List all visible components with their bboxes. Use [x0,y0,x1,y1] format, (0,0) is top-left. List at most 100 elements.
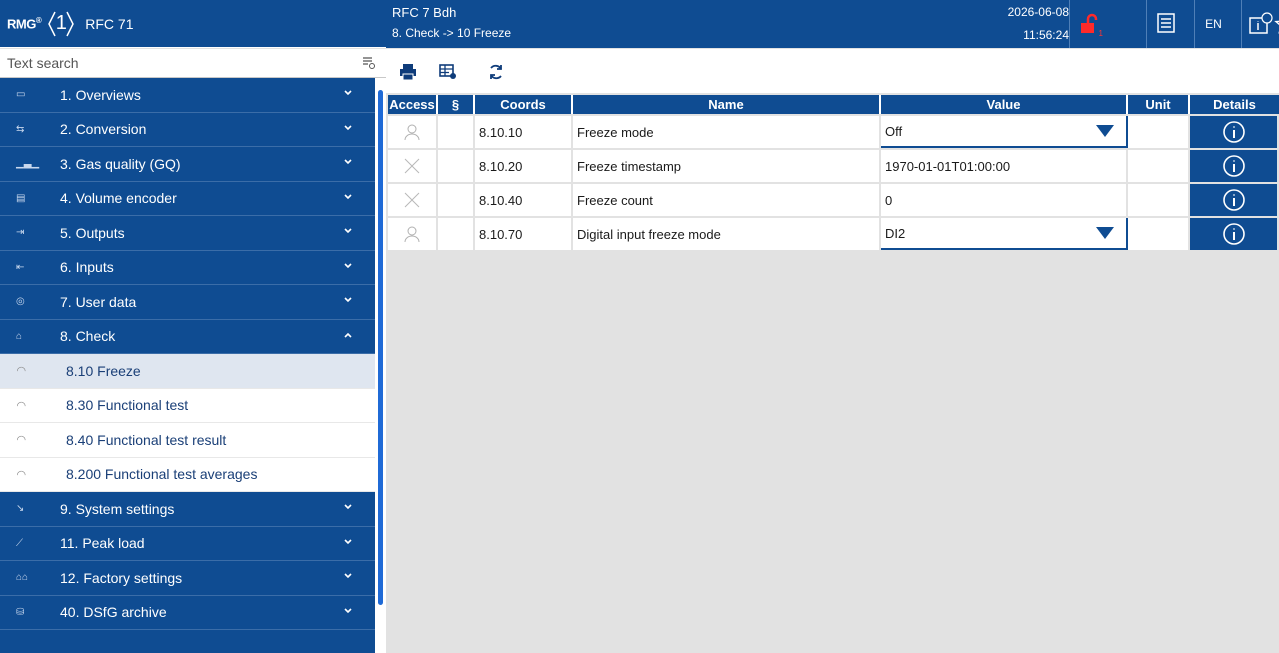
chevron-down-icon [344,262,352,268]
sidebar-scrollbar[interactable] [375,78,386,653]
info-icon [1222,189,1245,211]
coords-cell: 8.10.40 [475,184,573,216]
gauge-icon: ◜◝ [17,468,26,481]
section-cell [438,150,475,182]
coords-cell: 8.10.20 [475,150,573,182]
gas-quality-icon: ▁▃▁ [16,158,40,170]
chevron-down-icon [344,228,352,234]
unit-cell [1128,150,1190,182]
sidebar-item-system-settings[interactable]: ↘ 9. System settings [0,492,375,527]
column-header-name[interactable]: Name [573,95,881,114]
parameter-table: Access § Coords Name Value Unit Details … [388,95,1279,250]
access-cell [388,150,438,182]
user-icon [404,124,420,141]
column-header-details[interactable]: Details [1190,95,1279,114]
sidebar-item-dsfg-archive[interactable]: ⛁ 40. DSfG archive [0,596,375,630]
chevron-down-icon [344,193,352,199]
user-icon [404,226,420,243]
column-header-value[interactable]: Value [881,95,1128,114]
star-icon [1274,20,1279,34]
page-title: RFC 7 Bdh [392,5,457,20]
value-cell: 0 [881,184,1128,216]
favorite-button[interactable] [1266,0,1279,48]
table-row: 8.10.70 Digital input freeze mode DI2 [388,218,1279,250]
chevron-down-icon [344,159,352,165]
sidebar-subitem-functional-test-result[interactable]: ◜◝ 8.40 Functional test result [0,423,375,458]
chevron-down-icon [344,538,352,544]
details-button[interactable] [1190,116,1279,148]
search-input[interactable]: Text search [7,55,79,71]
chevron-down-icon [344,124,352,130]
cross-icon [404,192,420,208]
sidebar-subitem-freeze[interactable]: ◜◝ 8.10 Freeze [0,354,375,389]
value-cell: 1970-01-01T01:00:00 [881,150,1128,182]
details-button[interactable] [1190,150,1279,182]
sidebar-item-check[interactable]: ⌂ 8. Check [0,320,375,354]
gauge-icon: ◜◝ [17,365,26,378]
name-cell: Freeze timestamp [573,150,881,182]
sidebar-item-conversion[interactable]: ⇆ 2. Conversion [0,113,375,147]
column-header-coords[interactable]: Coords [475,95,573,114]
table-row: 8.10.10 Freeze mode Off [388,116,1279,148]
breadcrumb: 8. Check -> 10 Freeze [392,26,512,40]
sidebar-item-user-data[interactable]: ◎ 7. User data [0,285,375,320]
coords-cell: 8.10.10 [475,116,573,148]
list-icon [1156,13,1175,33]
table-row: 8.10.40 Freeze count 0 [388,184,1279,216]
conversion-icon: ⇆ [16,123,25,135]
coords-cell: 8.10.70 [475,218,573,250]
sidebar-item-gas-quality[interactable]: ▁▃▁ 3. Gas quality (GQ) [0,147,375,182]
column-header-section[interactable]: § [438,95,475,114]
volume-encoder-icon: ▤ [16,192,26,204]
scrollbar-thumb[interactable] [378,90,383,605]
date-display: 2026-06-08 [1007,5,1069,19]
print-button[interactable] [390,54,426,90]
text-search[interactable]: Text search [0,49,386,78]
sidebar-item-overviews[interactable]: ▭ 1. Overviews [0,78,375,113]
device-number-badge[interactable]: 1 [47,10,75,38]
inputs-icon: ⇤ [16,261,25,273]
device-header: RMG® 1 RFC 71 [0,0,386,48]
check-icon: ⌂ [16,330,23,342]
chevron-down-icon [344,504,352,510]
unit-cell [1128,184,1190,216]
info-icon [1222,155,1245,177]
sidebar-subitem-functional-test[interactable]: ◜◝ 8.30 Functional test [0,388,375,423]
table-header: Access § Coords Name Value Unit Details [388,95,1279,114]
sidebar-item-outputs[interactable]: ⇥ 5. Outputs [0,216,375,251]
refresh-icon [490,64,502,80]
section-cell [438,116,475,148]
lock-button[interactable]: 1 [1069,0,1107,48]
overview-icon: ▭ [16,89,26,101]
value-dropdown[interactable]: Off [881,116,1128,148]
refresh-button[interactable] [478,54,514,90]
factory-settings-icon: ⌂⌂ [16,572,29,584]
column-header-access[interactable]: Access [388,95,438,114]
dropdown-arrow-icon [1096,125,1114,137]
name-cell: Digital input freeze mode [573,218,881,250]
chevron-up-icon [344,332,352,338]
print-icon [400,64,416,81]
sidebar-item-volume-encoder[interactable]: ▤ 4. Volume encoder [0,182,375,216]
access-cell [388,184,438,216]
details-button[interactable] [1190,218,1279,250]
access-cell [388,218,438,250]
access-cell [388,116,438,148]
search-filter-icon[interactable] [362,56,376,70]
sidebar-item-peak-load[interactable]: ⟋ 11. Peak load [0,527,375,561]
title-bar: RFC 7 Bdh 8. Check -> 10 Freeze 2026-06-… [386,0,1279,48]
language-button[interactable]: EN [1194,0,1232,48]
name-cell: Freeze mode [573,116,881,148]
time-display: 11:56:24 [1023,28,1069,42]
column-header-unit[interactable]: Unit [1128,95,1190,114]
table-settings-button[interactable] [430,54,466,90]
event-list-button[interactable] [1146,0,1184,48]
chevron-down-icon [344,90,352,96]
sidebar-item-truncated[interactable] [0,630,375,653]
sidebar-item-inputs[interactable]: ⇤ 6. Inputs [0,251,375,285]
unit-cell [1128,218,1190,250]
sidebar-item-factory-settings[interactable]: ⌂⌂ 12. Factory settings [0,561,375,596]
sidebar-subitem-functional-test-averages[interactable]: ◜◝ 8.200 Functional test averages [0,457,375,492]
value-dropdown[interactable]: DI2 [881,218,1128,250]
details-button[interactable] [1190,184,1279,216]
